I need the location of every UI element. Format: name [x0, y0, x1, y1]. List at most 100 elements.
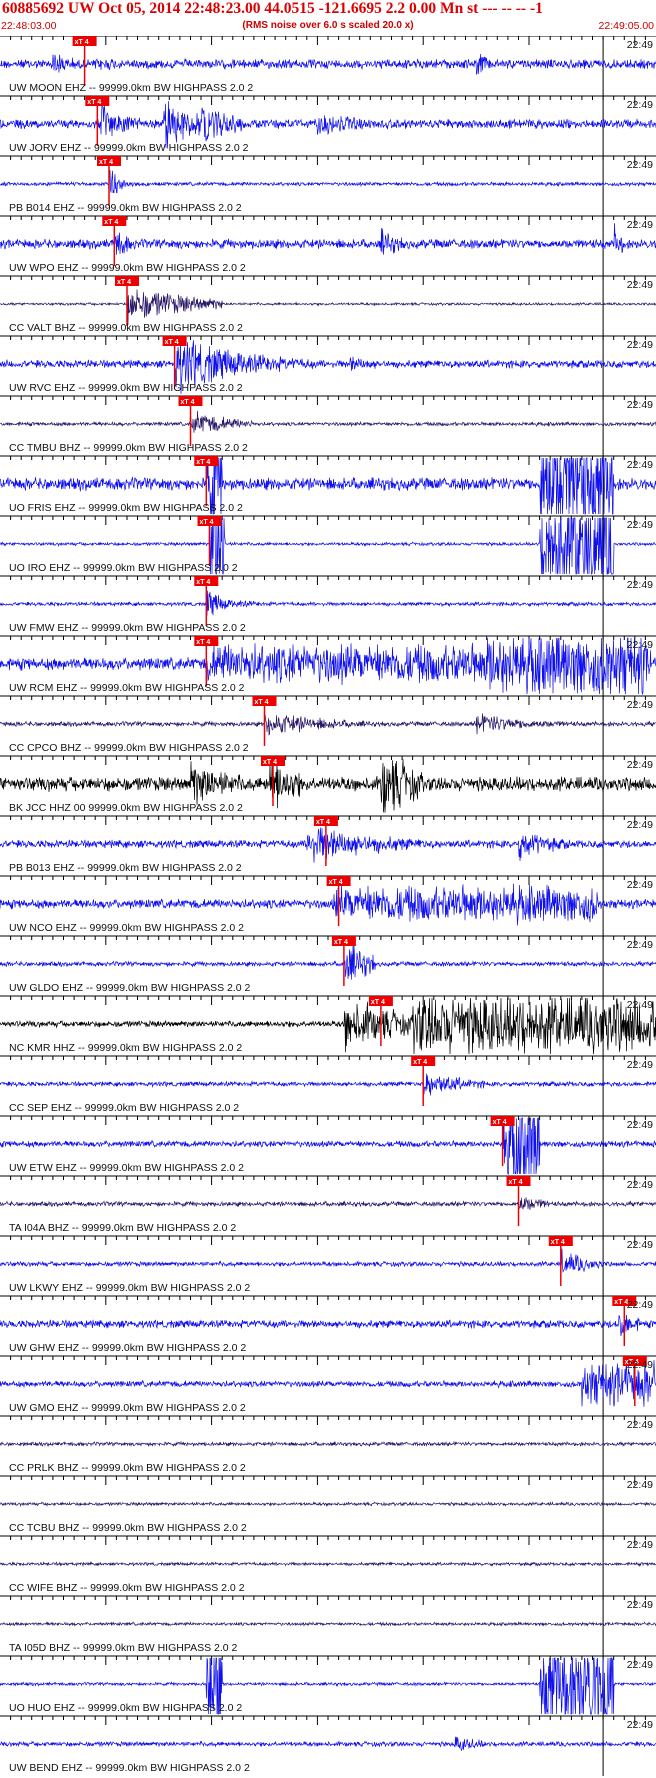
- waveform: [0, 944, 656, 980]
- waveform: [0, 1073, 656, 1096]
- minute-label: 22:49: [627, 1239, 653, 1251]
- end-time: 22:49:05.00: [598, 20, 654, 32]
- minute-label: 22:49: [627, 1419, 653, 1431]
- minute-label: 22:49: [627, 519, 653, 531]
- station-label: NC KMR HHZ -- 99999.0km BW HIGHPASS 2.0 …: [9, 1042, 242, 1054]
- trace-row: xT 4 22:49 PB B013 EHZ -- 99999.0km BW HIG…: [0, 815, 656, 876]
- pick-label: xT 4: [99, 159, 113, 166]
- seismogram-plot: xT 4 22:49 UW MOON EHZ -- 99999.0km BW HIG…: [0, 36, 656, 1776]
- waveform: [0, 1501, 656, 1507]
- station-label: BK JCC HHZ 00 99999.0km BW HIGHPASS 2.0 …: [9, 802, 243, 814]
- minute-label: 22:49: [627, 1359, 653, 1371]
- minute-label: 22:49: [627, 1059, 653, 1071]
- trace-row: xT 4 22:49 UW WPO EHZ -- 99999.0km BW HIGH…: [0, 215, 656, 276]
- station-label: UW RCM EHZ -- 99999.0km BW HIGHPASS 2.0 …: [9, 682, 245, 694]
- trace-row: 22:49 CC TCBU BHZ -- 99999.0km BW HIGHPAS…: [0, 1475, 656, 1536]
- minute-label: 22:49: [627, 939, 653, 951]
- pick-label: xT 4: [75, 39, 89, 46]
- trace-row: 22:49 UW BEND EHZ -- 99999.0km BW HIGHPAS…: [0, 1715, 656, 1776]
- pick-label: xT 4: [117, 279, 131, 286]
- station-label: UW GLDO EHZ -- 99999.0km BW HIGHPASS 2.0…: [9, 982, 251, 994]
- minute-label: 22:49: [627, 459, 653, 471]
- station-label: CC VALT BHZ -- 99999.0km BW HIGHPASS 2.0…: [9, 322, 243, 334]
- pick-label: xT 4: [334, 939, 348, 946]
- pick-label: xT 4: [196, 579, 210, 586]
- waveform: [0, 1621, 656, 1627]
- waveform: [0, 1440, 656, 1448]
- station-label: CC WIFE BHZ -- 99999.0km BW HIGHPASS 2.0…: [9, 1582, 245, 1594]
- trace-row: xT 4 22:49 TA I04A BHZ -- 99999.0km BW HIG…: [0, 1175, 656, 1236]
- minute-label: 22:49: [627, 699, 653, 711]
- pick-label: xT 4: [200, 519, 214, 526]
- station-label: TA I04A BHZ -- 99999.0km BW HIGHPASS 2.0…: [9, 1222, 236, 1234]
- minute-label: 22:49: [627, 1719, 653, 1731]
- minute-label: 22:49: [627, 579, 653, 591]
- pick-label: xT 4: [165, 339, 179, 346]
- station-label: UW GHW EHZ -- 99999.0km BW HIGHPASS 2.0 …: [9, 1342, 246, 1354]
- pick-label: xT 4: [196, 639, 210, 646]
- station-label: UW FMW EHZ -- 99999.0km BW HIGHPASS 2.0 …: [9, 622, 246, 634]
- pick-label: xT 4: [329, 879, 343, 886]
- trace-row: 22:49 UO HUO EHZ -- 99999.0km BW HIGHPASS…: [0, 1655, 656, 1716]
- minute-label: 22:49: [627, 639, 653, 651]
- station-label: UW JORV EHZ -- 99999.0km BW HIGHPASS 2.0…: [9, 142, 249, 154]
- trace-row: xT 4 22:49 CC VALT BHZ -- 99999.0km BW HIG…: [0, 275, 656, 336]
- station-label: CC TCBU BHZ -- 99999.0km BW HIGHPASS 2.0…: [9, 1522, 247, 1534]
- station-label: UW NCO EHZ -- 99999.0km BW HIGHPASS 2.0 …: [9, 922, 244, 934]
- station-label: UO IRO EHZ -- 99999.0km BW HIGHPASS 2.0 …: [9, 562, 238, 574]
- trace-row: xT 4 22:49 BK JCC HHZ 00 99999.0km BW HIGH…: [0, 755, 656, 816]
- pick-label: xT 4: [509, 1179, 523, 1186]
- event-title: 60885692 UW Oct 05, 2014 22:48:23.00 44.…: [2, 0, 543, 17]
- minute-label: 22:49: [627, 759, 653, 771]
- waveform: [0, 590, 656, 616]
- pick-label: xT 4: [371, 999, 385, 1006]
- waveform: [0, 1248, 656, 1273]
- trace-row: xT 4 22:49 UW NCO EHZ -- 99999.0km BW HIGH…: [0, 875, 656, 936]
- waveform: [0, 827, 656, 863]
- trace-row: xT 4 22:49 UW GLDO EHZ -- 99999.0km BW HIG…: [0, 935, 656, 996]
- station-label: PB B013 EHZ -- 99999.0km BW HIGHPASS 2.0…: [9, 862, 242, 874]
- trace-row: xT 4 22:49 UW LKWY EHZ -- 99999.0km BW HIG…: [0, 1235, 656, 1296]
- trace-row: xT 4 22:49 UW JORV EHZ -- 99999.0km BW HIG…: [0, 95, 656, 156]
- trace-row: xT 4 22:49 PB B014 EHZ -- 99999.0km BW HIG…: [0, 155, 656, 216]
- waveform: [0, 1736, 656, 1752]
- waveform: [0, 289, 656, 325]
- minute-label: 22:49: [627, 339, 653, 351]
- minute-label: 22:49: [627, 1479, 653, 1491]
- station-label: PB B014 EHZ -- 99999.0km BW HIGHPASS 2.0…: [9, 202, 242, 214]
- minute-label: 22:49: [627, 39, 653, 51]
- trace-row: xT 4 22:49 CC SEP EHZ -- 99999.0km BW HIGH…: [0, 1055, 656, 1116]
- trace-row: 22:49 CC WIFE BHZ -- 99999.0km BW HIGHPAS…: [0, 1535, 656, 1596]
- header: 60885692 UW Oct 05, 2014 22:48:23.00 44.…: [0, 0, 656, 36]
- station-label: CC TMBU BHZ -- 99999.0km BW HIGHPASS 2.0…: [9, 442, 248, 454]
- waveform: [0, 1197, 656, 1210]
- station-label: UW MOON EHZ -- 99999.0km BW HIGHPASS 2.0…: [9, 82, 253, 94]
- waveform: [0, 1360, 656, 1407]
- trace-row: 22:49 TA I05D BHZ -- 99999.0km BW HIGHPAS…: [0, 1595, 656, 1656]
- pick-label: xT 4: [104, 219, 118, 226]
- pick-label: xT 4: [413, 1059, 427, 1066]
- minute-label: 22:49: [627, 1539, 653, 1551]
- minute-label: 22:49: [627, 1119, 653, 1131]
- waveform: [0, 170, 656, 194]
- trace-row: 22:49 CC PRLK BHZ -- 99999.0km BW HIGHPAS…: [0, 1415, 656, 1476]
- trace-row: xT 4 22:49 UW FMW EHZ -- 99999.0km BW HIGH…: [0, 575, 656, 636]
- waveform: [0, 223, 656, 255]
- trace-row: xT 4 22:49 CC CPCO BHZ -- 99999.0km BW HIG…: [0, 695, 656, 756]
- waveform: [0, 53, 656, 75]
- minute-label: 22:49: [627, 1299, 653, 1311]
- pick-label: xT 4: [196, 459, 210, 466]
- rms-note: (RMS noise over 6.0 s scaled 20.0 x): [242, 20, 414, 31]
- pick-label: xT 4: [87, 99, 101, 106]
- station-label: CC PRLK BHZ -- 99999.0km BW HIGHPASS 2.0…: [9, 1462, 246, 1474]
- station-label: UW BEND EHZ -- 99999.0km BW HIGHPASS 2.0…: [9, 1762, 250, 1774]
- station-label: UW RVC EHZ -- 99999.0km BW HIGHPASS 2.0 …: [9, 382, 243, 394]
- waveform: [0, 713, 656, 736]
- trace-row: xT 4 22:49 UW RVC EHZ -- 99999.0km BW HIGH…: [0, 335, 656, 396]
- trace-row: xT 4 22:49 UW RCM EHZ -- 99999.0km BW HIGH…: [0, 635, 656, 696]
- trace-row: xT 422:49UW GMO EHZ -- 99999.0km BW HIGH…: [0, 1355, 656, 1416]
- station-label: UW GMO EHZ -- 99999.0km BW HIGHPASS 2.0 …: [9, 1402, 246, 1414]
- pick-label: xT 4: [263, 759, 277, 766]
- station-label: UO FRIS EHZ -- 99999.0km BW HIGHPASS 2.0…: [9, 502, 243, 514]
- trace-row: xT 4 22:49 CC TMBU BHZ -- 99999.0km BW HIG…: [0, 395, 656, 456]
